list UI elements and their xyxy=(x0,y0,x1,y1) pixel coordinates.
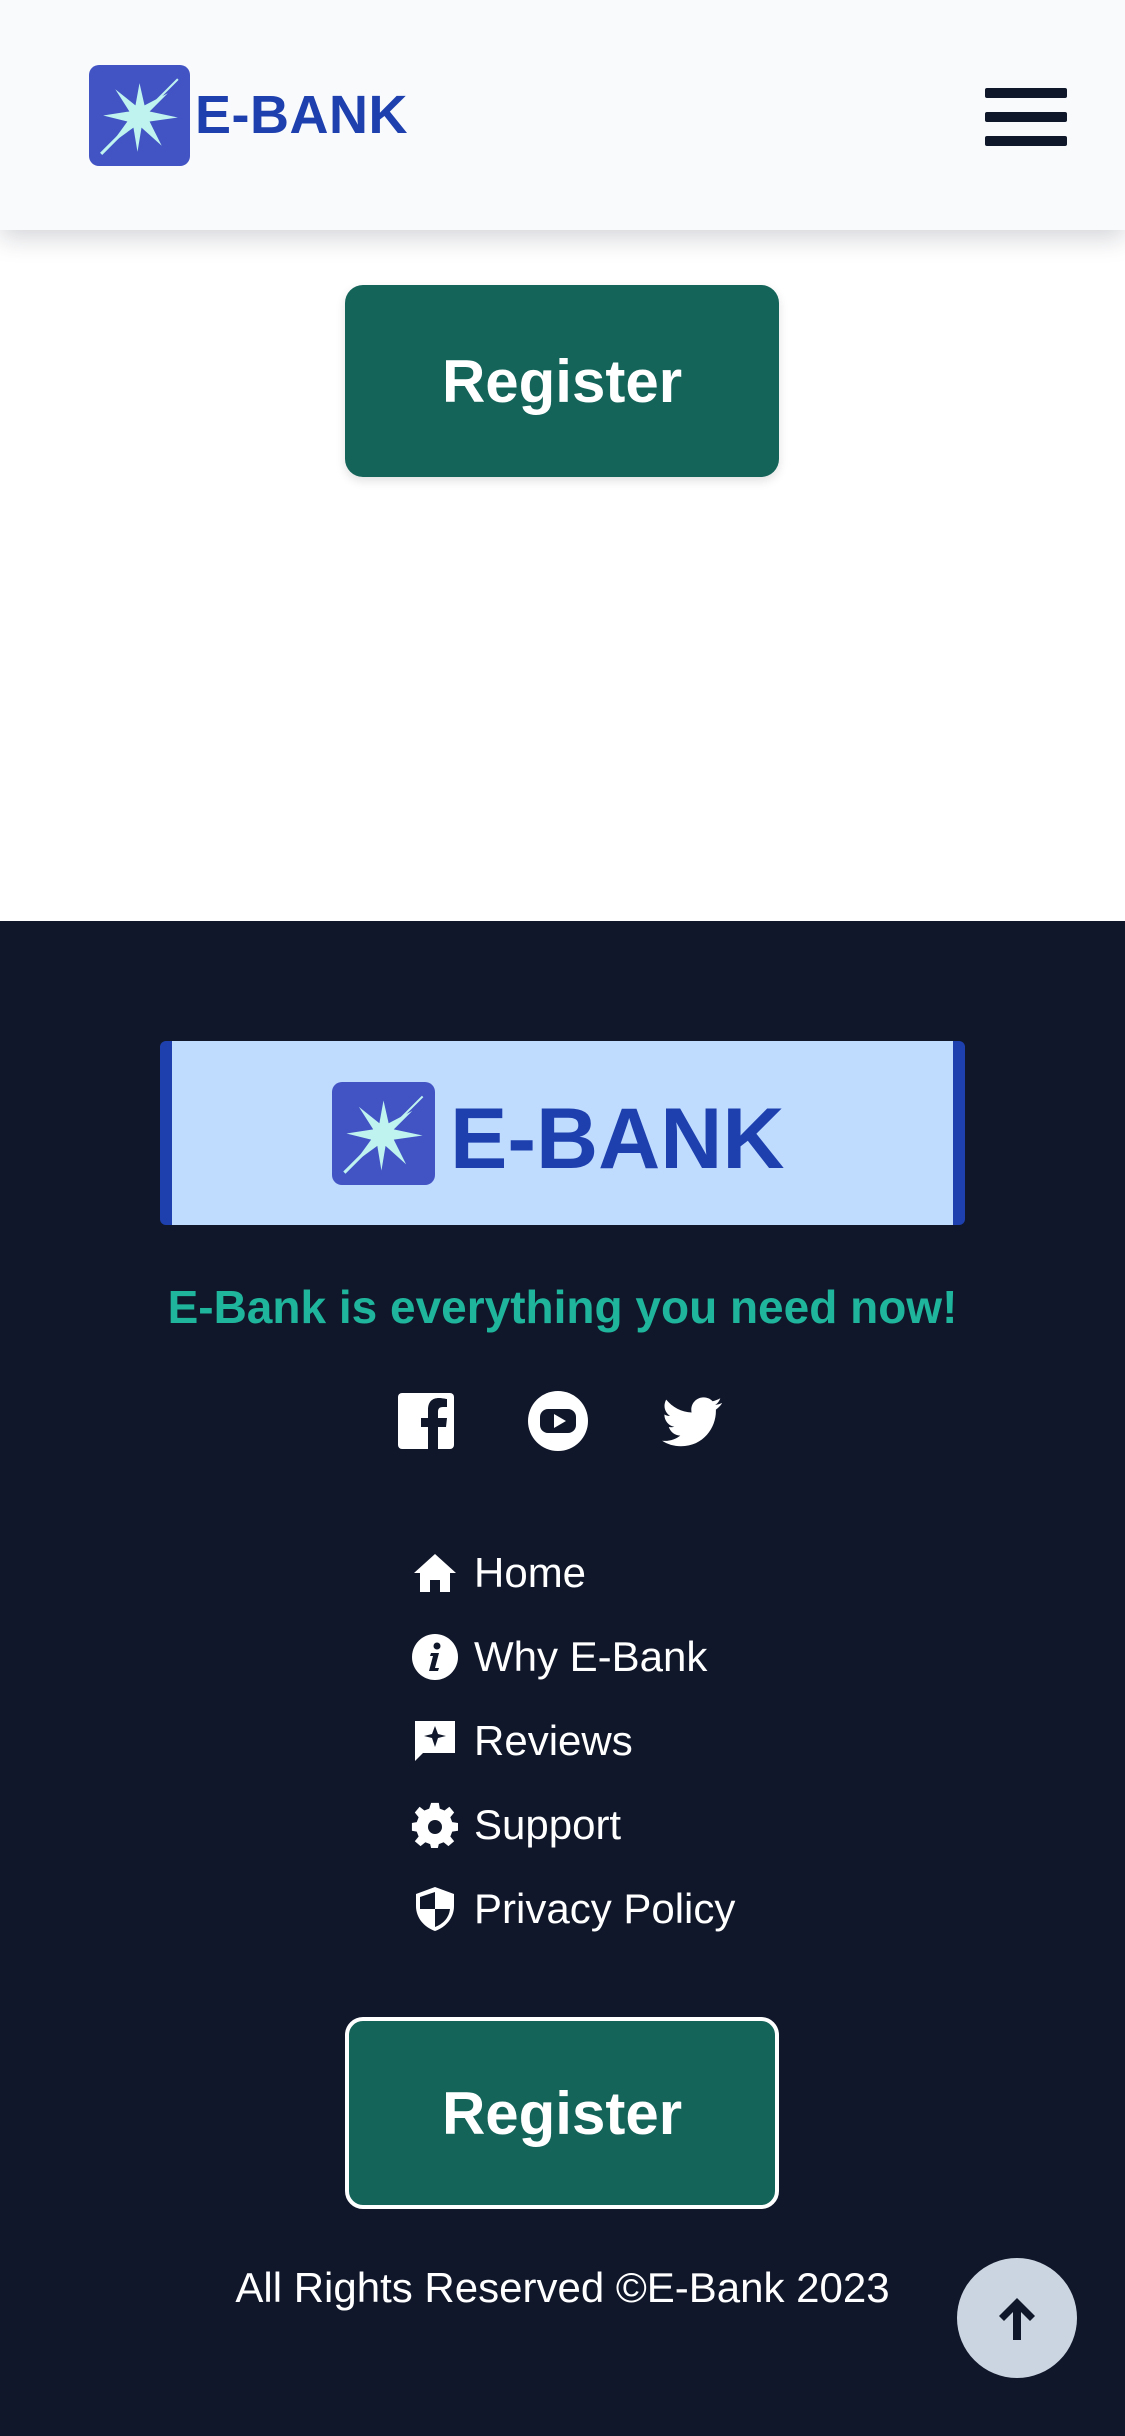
footer-nav-label: Support xyxy=(474,1801,622,1848)
footer-nav-why-ebank[interactable]: Why E-Bank xyxy=(410,1615,910,1699)
info-icon xyxy=(410,1632,460,1682)
footer-nav-label: Reviews xyxy=(474,1717,633,1764)
footer-nav-label: Home xyxy=(474,1549,587,1596)
shield-icon xyxy=(410,1884,460,1934)
footer-nav-support[interactable]: Support xyxy=(410,1783,910,1867)
footer-nav-label: Privacy Policy xyxy=(474,1885,736,1932)
facebook-icon[interactable] xyxy=(394,1389,458,1453)
register-button[interactable]: Register xyxy=(345,285,779,477)
review-icon xyxy=(410,1716,460,1766)
arrow-up-icon[interactable] xyxy=(957,2258,1077,2378)
footer-tagline: E-Bank is everything you need now! xyxy=(167,1281,958,1333)
starburst-logo-icon xyxy=(332,1082,435,1185)
site-footer: E-BANK E-Bank is everything you need now… xyxy=(0,921,1125,2436)
twitter-icon[interactable] xyxy=(662,1389,726,1453)
brand-name[interactable]: E-BANK xyxy=(195,82,408,148)
footer-register-button[interactable]: Register xyxy=(345,2017,779,2209)
footer-brand-name: E-BANK xyxy=(450,1091,785,1187)
gear-icon xyxy=(410,1800,460,1850)
footer-nav-label: Why E-Bank xyxy=(474,1633,708,1680)
footer-nav: Home Why E-Bank Reviews Support Privacy … xyxy=(410,1531,910,1951)
site-header: E-BANK xyxy=(0,0,1125,230)
hamburger-menu-icon[interactable] xyxy=(985,86,1067,148)
footer-nav-reviews[interactable]: Reviews xyxy=(410,1699,910,1783)
starburst-logo-icon[interactable] xyxy=(89,65,190,166)
home-icon xyxy=(410,1548,460,1598)
footer-nav-home[interactable]: Home xyxy=(410,1531,910,1615)
footer-nav-privacy-policy[interactable]: Privacy Policy xyxy=(410,1867,910,1951)
youtube-icon[interactable] xyxy=(526,1389,590,1453)
